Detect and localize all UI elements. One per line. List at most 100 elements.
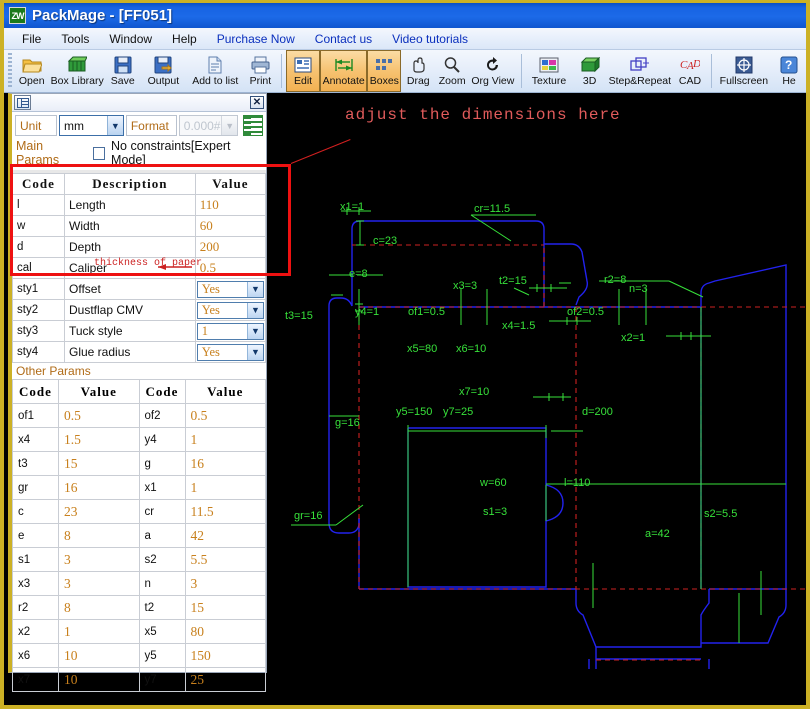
dimension-label-s1[interactable]: s1=3 xyxy=(483,506,507,518)
dimension-label-a[interactable]: a=42 xyxy=(645,528,670,540)
toolbar-button-print[interactable]: Print xyxy=(243,50,277,92)
dimension-label-n[interactable]: n=3 xyxy=(629,283,648,295)
dimension-label-w[interactable]: w=60 xyxy=(479,477,507,489)
dimension-label-x6[interactable]: x6=10 xyxy=(456,343,486,355)
dimension-label-c[interactable]: c=23 xyxy=(373,235,397,247)
menu-item-tools[interactable]: Tools xyxy=(51,30,99,48)
param-value-input[interactable]: 16 xyxy=(58,475,140,500)
param-description: Width xyxy=(64,215,196,237)
param-code: g xyxy=(138,451,186,476)
dimension-label-x1[interactable]: x1=1 xyxy=(340,201,364,213)
dimension-label-s2[interactable]: s2=5.5 xyxy=(704,508,737,520)
param-value-input[interactable]: 0.5 xyxy=(184,403,266,428)
no-constraints-checkbox[interactable] xyxy=(92,146,106,160)
unit-select[interactable]: mm ▼ xyxy=(59,115,124,136)
param-value-input[interactable]: 3 xyxy=(58,547,140,572)
param-value-input[interactable]: 8 xyxy=(58,595,140,620)
param-value-input[interactable]: 16 xyxy=(184,451,266,476)
dimension-label-y4[interactable]: y4=1 xyxy=(355,306,379,318)
toolbar-button-cad[interactable]: CADCAD xyxy=(673,50,707,92)
toolbar-button-zoom[interactable]: Zoom xyxy=(435,50,469,92)
dimension-label-g[interactable]: g=16 xyxy=(335,417,360,429)
toolbar-button-annotate[interactable]: Annotate xyxy=(320,50,368,92)
param-value-input[interactable]: 42 xyxy=(184,523,266,548)
toolbar-button-fullscreen[interactable]: Fullscreen xyxy=(716,50,772,92)
menu-item-video-tutorials[interactable]: Video tutorials xyxy=(382,30,478,48)
param-value-input[interactable]: 1 xyxy=(58,619,140,644)
table-grid-icon[interactable] xyxy=(243,115,263,136)
dimension-label-t3[interactable]: t3=15 xyxy=(285,310,313,322)
param-value-input[interactable]: 23 xyxy=(58,499,140,524)
toolbar-button-box-library[interactable]: Box Library xyxy=(49,50,106,92)
param-value-input[interactable]: 0.5 xyxy=(58,403,140,428)
dimension-label-of1[interactable]: of1=0.5 xyxy=(408,306,445,318)
toolbar-button-save[interactable]: Save xyxy=(106,50,140,92)
param-value-input[interactable]: 110 xyxy=(194,194,267,216)
toolbar-button-drag[interactable]: Drag xyxy=(401,50,435,92)
dimension-label-cr[interactable]: cr=11.5 xyxy=(474,203,510,215)
dimension-label-x7[interactable]: x7=10 xyxy=(459,386,489,398)
dimension-label-x3[interactable]: x3=3 xyxy=(453,280,477,292)
toolbar-button-3d[interactable]: 3D xyxy=(573,50,607,92)
chevron-down-icon: ▼ xyxy=(247,302,263,318)
param-value-input[interactable]: 1.5 xyxy=(58,427,140,452)
main-col-desc: Description xyxy=(64,173,196,195)
toolbar-button-add-to-list[interactable]: Add to list xyxy=(187,50,243,92)
param-value-input[interactable]: 10 xyxy=(58,667,140,692)
dimension-label-l[interactable]: l=110 xyxy=(564,477,590,489)
dimension-label-t2[interactable]: t2=15 xyxy=(499,275,527,287)
param-select-box[interactable]: Yes ▼ xyxy=(196,301,264,319)
param-value-input[interactable]: 15 xyxy=(58,451,140,476)
toolbar-button-output[interactable]: Output xyxy=(140,50,187,92)
param-select-box[interactable]: 1 ▼ xyxy=(196,322,264,340)
other-param-row: t3 15 g 16 xyxy=(12,451,266,476)
dimension-label-r2[interactable]: r2=8 xyxy=(604,274,626,286)
menu-item-window[interactable]: Window xyxy=(99,30,162,48)
param-value-input[interactable]: 1 xyxy=(184,475,266,500)
dimension-label-d[interactable]: d=200 xyxy=(582,406,613,418)
toolbar-button-open[interactable]: Open xyxy=(15,50,49,92)
dimension-label-x4[interactable]: x4=1.5 xyxy=(502,320,535,332)
param-value-select[interactable]: Yes ▼ xyxy=(194,299,267,321)
param-value-input[interactable]: 3 xyxy=(184,571,266,596)
menu-item-contact-us[interactable]: Contact us xyxy=(305,30,382,48)
dieline-canvas[interactable]: x1=1 cr=11.5 c=23 e=8 x3=3 t2=15 r2=8 n=3 t3=15 y… xyxy=(271,93,806,669)
close-icon[interactable]: ✕ xyxy=(250,96,264,109)
menu-item-help[interactable]: Help xyxy=(162,30,207,48)
param-value-input[interactable]: 60 xyxy=(194,215,267,237)
param-value-input[interactable]: 1 xyxy=(184,427,266,452)
param-value-input[interactable]: 0.5 xyxy=(194,257,267,279)
param-value-input[interactable]: 8 xyxy=(58,523,140,548)
toolbar-button-boxes[interactable]: Boxes xyxy=(367,50,402,92)
param-value-input[interactable]: 3 xyxy=(58,571,140,596)
dimension-label-gr[interactable]: gr=16 xyxy=(294,510,322,522)
menu-item-file[interactable]: File xyxy=(12,30,51,48)
param-value-input[interactable]: 25 xyxy=(184,667,266,692)
dimension-label-x5[interactable]: x5=80 xyxy=(407,343,437,355)
param-value-input[interactable]: 200 xyxy=(194,236,267,258)
dimension-label-x2[interactable]: x2=1 xyxy=(621,332,645,344)
param-value-select[interactable]: Yes ▼ xyxy=(194,341,267,363)
param-code: a xyxy=(138,523,186,548)
param-value-input[interactable]: 80 xyxy=(184,619,266,644)
dimension-label-y5[interactable]: y5=150 xyxy=(396,406,432,418)
toolbar-button-step-repeat[interactable]: Step&Repeat xyxy=(607,50,673,92)
toolbar-button-org-view[interactable]: Org View xyxy=(469,50,516,92)
toolbar-button-he[interactable]: ? He xyxy=(772,50,806,92)
param-value-select[interactable]: Yes ▼ xyxy=(194,278,267,300)
param-select-box[interactable]: Yes ▼ xyxy=(196,280,264,298)
param-value-input[interactable]: 11.5 xyxy=(184,499,266,524)
dimension-label-y7[interactable]: y7=25 xyxy=(443,406,473,418)
dimension-label-e[interactable]: e=8 xyxy=(349,268,368,280)
param-value-input[interactable]: 150 xyxy=(184,643,266,668)
param-value-input[interactable]: 15 xyxy=(184,595,266,620)
param-value-input[interactable]: 10 xyxy=(58,643,140,668)
toolbar-button-texture[interactable]: Texture xyxy=(525,50,572,92)
param-value-input[interactable]: 5.5 xyxy=(184,547,266,572)
param-value-select[interactable]: 1 ▼ xyxy=(194,320,267,342)
format-select[interactable]: 0.000# ▼ xyxy=(178,115,239,136)
toolbar-button-edit[interactable]: Edit xyxy=(286,50,321,92)
menu-item-purchase-now[interactable]: Purchase Now xyxy=(207,30,305,48)
param-select-box[interactable]: Yes ▼ xyxy=(196,343,264,361)
dimension-label-of2[interactable]: of2=0.5 xyxy=(567,306,604,318)
